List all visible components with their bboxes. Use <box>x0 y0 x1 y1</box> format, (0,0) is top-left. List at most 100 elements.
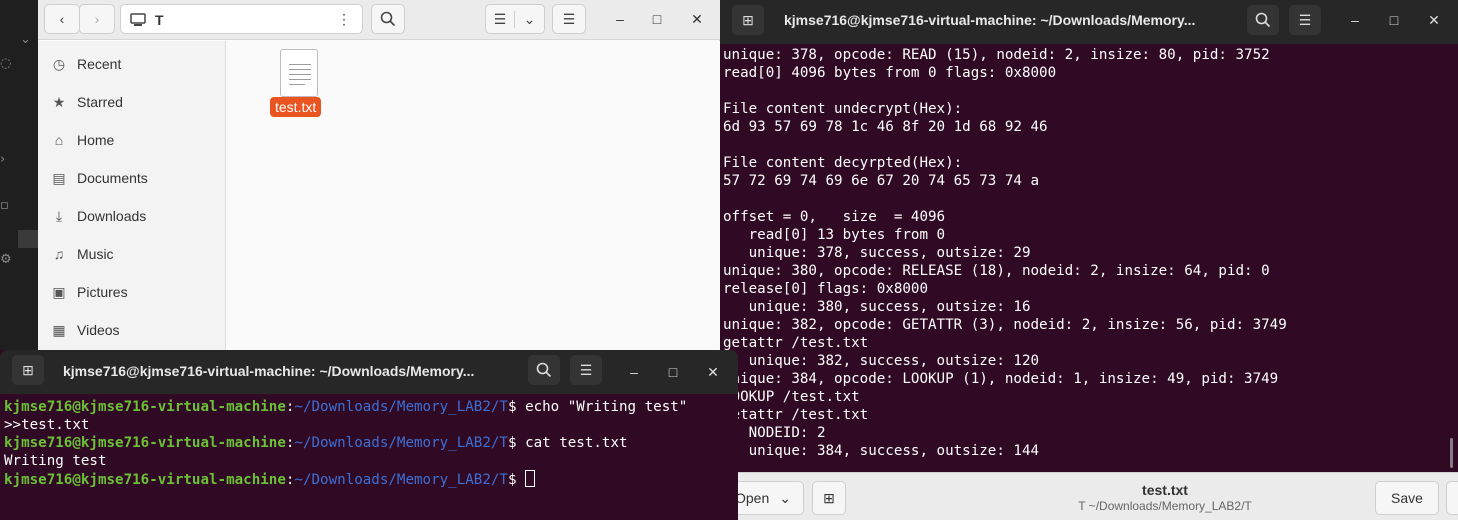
hamburger-icon: ☰ <box>562 10 576 27</box>
video-icon: ▦ <box>52 321 66 338</box>
maximize-button[interactable]: □ <box>663 362 683 382</box>
open-label: Open <box>735 490 770 506</box>
terminal-line: 6d 93 57 69 78 1c 46 8f 20 1d 68 92 46 <box>723 119 1048 135</box>
terminal-title: kjmse716@kjmse716-virtual-machine: ~/Dow… <box>63 363 475 379</box>
close-button[interactable]: ✕ <box>1424 10 1444 30</box>
text-editor-header: Open ⌄ ⊞ test.txt T ~/Downloads/Memory_LA… <box>714 472 1458 520</box>
hamburger-icon: ☰ <box>1298 11 1312 28</box>
search-icon <box>1255 12 1271 28</box>
file-name-label[interactable]: test.txt <box>270 97 322 117</box>
command-output: Writing test <box>4 453 107 469</box>
sidebar-item-downloads[interactable]: ⤓ Downloads <box>38 197 226 235</box>
new-tab-button[interactable]: ⊞ <box>12 355 44 385</box>
terminal-output[interactable]: kjmse716@kjmse716-virtual-machine:~/Down… <box>4 398 734 489</box>
minimize-button[interactable]: – <box>624 362 644 382</box>
terminal-line: getattr /test.txt <box>723 407 869 423</box>
menu-button[interactable]: ☰ <box>552 4 586 34</box>
menu-button[interactable]: ☰ <box>1289 5 1321 35</box>
gear-icon: ⚙ <box>0 252 12 267</box>
sidebar-item-starred[interactable]: ★ Starred <box>38 83 226 121</box>
star-icon: ★ <box>52 93 66 110</box>
prompt-line: kjmse716@kjmse716-virtual-machine:~/Down… <box>4 435 628 451</box>
new-document-icon: ⊞ <box>823 489 835 506</box>
chevron-down-icon: ⌄ <box>779 489 791 506</box>
square-icon: ▫ <box>0 198 9 213</box>
path-label: T <box>155 12 164 28</box>
chevron-down-icon: ⌄ <box>523 10 536 27</box>
command-continuation: >>test.txt <box>4 417 90 433</box>
more-icon[interactable]: ⋮ <box>337 11 351 28</box>
terminal-line: NODEID: 2 <box>723 425 826 441</box>
forward-button[interactable]: › <box>79 4 115 34</box>
new-tab-button[interactable]: ⊞ <box>732 5 764 35</box>
minimize-button[interactable]: – <box>609 8 631 30</box>
save-label: Save <box>1391 490 1423 506</box>
save-button[interactable]: Save <box>1375 481 1439 515</box>
clock-icon: ◷ <box>52 55 66 72</box>
document-title: test.txt <box>1142 482 1188 498</box>
terminal-line: unique: 380, opcode: RELEASE (18), nodei… <box>723 263 1270 279</box>
sidebar-item-documents[interactable]: ▤ Documents <box>38 159 226 197</box>
terminal-line: LOOKUP /test.txt <box>723 389 860 405</box>
scrollbar[interactable] <box>1450 438 1453 468</box>
prompt-line: kjmse716@kjmse716-virtual-machine:~/Down… <box>4 470 734 489</box>
search-button[interactable] <box>1247 5 1279 35</box>
new-document-button[interactable]: ⊞ <box>812 481 846 515</box>
terminal-line: unique: 378, success, outsize: 29 <box>723 245 1031 261</box>
search-button[interactable] <box>371 4 405 34</box>
music-icon: ♫ <box>53 246 65 262</box>
terminal-line: unique: 384, success, outsize: 144 <box>723 443 1040 459</box>
close-button[interactable]: ✕ <box>703 362 723 382</box>
terminal-output[interactable]: unique: 378, opcode: READ (15), nodeid: … <box>723 46 1453 466</box>
terminal-title: kjmse716@kjmse716-virtual-machine: ~/Dow… <box>784 12 1196 28</box>
document-icon: ▤ <box>52 169 66 186</box>
drive-icon <box>130 13 146 26</box>
files-sidebar: ◷ Recent ★ Starred ⌂ Home ▤ Documents ⤓ Downl… <box>38 41 226 360</box>
new-tab-icon: ⊞ <box>22 361 34 378</box>
menu-button[interactable]: ☰ <box>570 355 602 385</box>
search-button[interactable] <box>528 355 560 385</box>
file-view: test.txt <box>227 41 720 360</box>
terminal-line: release[0] flags: 0x8000 <box>723 281 928 297</box>
server-terminal-window: ⊞ kjmse716@kjmse716-virtual-machine: ~/D… <box>720 0 1458 520</box>
text-file-icon[interactable] <box>280 49 318 97</box>
sidebar-item-music[interactable]: ♫ Music <box>38 235 226 273</box>
client-terminal-window: ⊞ kjmse716@kjmse716-virtual-machine: ~/D… <box>0 350 738 520</box>
terminal-line: unique: 382, opcode: GETATTR (3), nodeid… <box>723 317 1287 333</box>
menu-button[interactable] <box>1446 481 1458 515</box>
minimize-button[interactable]: – <box>1345 10 1365 30</box>
terminal-header: ⊞ kjmse716@kjmse716-virtual-machine: ~/D… <box>0 350 738 394</box>
terminal-line: unique: 380, success, outsize: 16 <box>723 299 1031 315</box>
maximize-button[interactable]: □ <box>1384 10 1404 30</box>
terminal-line: unique: 378, opcode: READ (15), nodeid: … <box>723 47 1270 63</box>
sidebar-item-pictures[interactable]: ▣ Pictures <box>38 273 226 311</box>
sidebar-item-videos[interactable]: ▦ Videos <box>38 311 226 349</box>
document-path: T ~/Downloads/Memory_LAB2/T <box>1078 499 1252 513</box>
list-view-icon: ☰ <box>486 10 516 28</box>
terminal-line: unique: 382, success, outsize: 120 <box>723 353 1040 369</box>
search-icon <box>380 11 396 27</box>
search-icon <box>536 362 552 378</box>
terminal-line: read[0] 4096 bytes from 0 flags: 0x8000 <box>723 65 1057 81</box>
terminal-line: File content undecrypt(Hex): <box>723 101 963 117</box>
back-button[interactable]: ‹ <box>44 4 80 34</box>
view-toggle-button[interactable]: ☰ ⌄ <box>485 4 545 34</box>
selected-row <box>18 230 38 248</box>
download-icon: ⤓ <box>55 207 63 224</box>
circle-icon: ◌ <box>0 56 12 71</box>
path-bar[interactable]: T ⋮ <box>120 4 363 34</box>
picture-icon: ▣ <box>52 283 66 300</box>
maximize-button[interactable]: □ <box>646 8 668 30</box>
sidebar-item-recent[interactable]: ◷ Recent <box>38 45 226 83</box>
files-header: ‹ › T ⋮ ☰ ⌄ ☰ – □ ✕ <box>38 0 720 40</box>
terminal-line: 57 72 69 74 69 6e 67 20 74 65 73 74 a <box>723 173 1040 189</box>
terminal-header: ⊞ kjmse716@kjmse716-virtual-machine: ~/D… <box>720 0 1458 44</box>
home-icon: ⌂ <box>54 132 64 148</box>
close-button[interactable]: ✕ <box>686 8 708 30</box>
chevron-down-icon: ⌄ <box>20 32 31 47</box>
terminal-line: unique: 384, opcode: LOOKUP (1), nodeid:… <box>723 371 1279 387</box>
sidebar-item-home[interactable]: ⌂ Home <box>38 121 226 159</box>
